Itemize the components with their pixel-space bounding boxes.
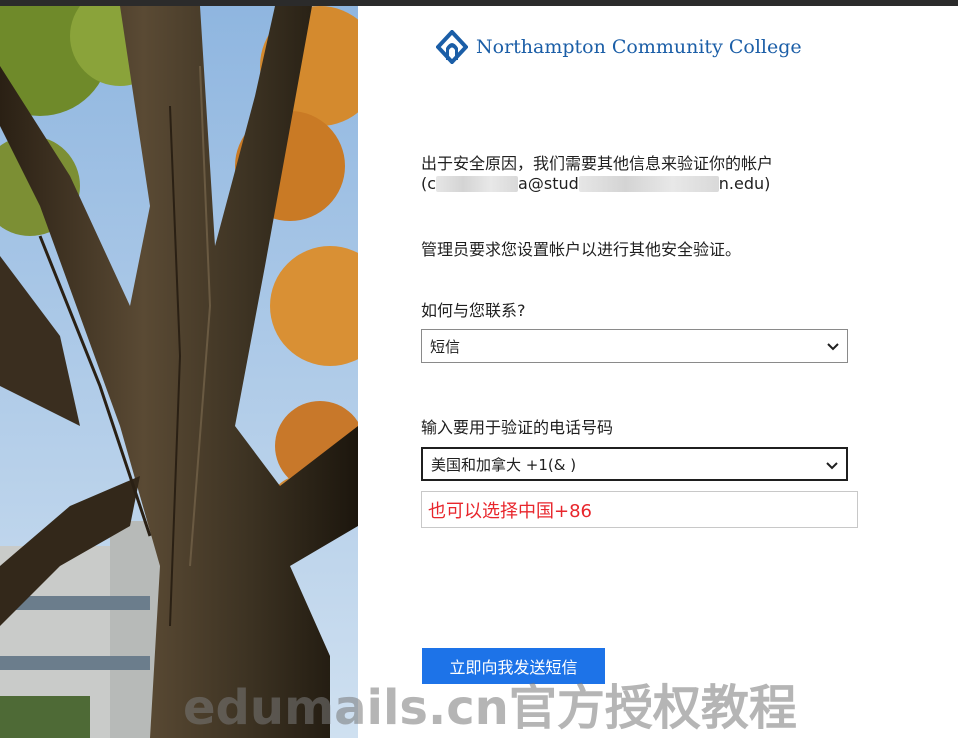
sign-in-panel bbox=[358, 6, 958, 738]
phone-number-label: 输入要用于验证的电话号码 bbox=[421, 418, 614, 437]
college-name: Northampton Community College bbox=[476, 36, 802, 58]
watermark-text: edumails.cn官方授权教程 bbox=[183, 680, 797, 736]
phone-number-input[interactable]: 也可以选择中国+86 bbox=[421, 491, 858, 528]
account-email: (c a@stud n.edu) bbox=[421, 174, 770, 193]
chevron-down-icon bbox=[827, 343, 839, 351]
email-suffix: n.edu) bbox=[718, 174, 771, 193]
campus-tree-photo bbox=[0, 6, 358, 738]
email-middle: a@stud bbox=[518, 174, 579, 193]
admin-requirement-text: 管理员要求您设置帐户以进行其他安全验证。 bbox=[421, 240, 742, 259]
contact-method-select[interactable]: 短信 bbox=[421, 329, 848, 363]
ncc-logo-icon bbox=[436, 30, 468, 64]
email-redaction bbox=[436, 175, 519, 192]
email-prefix: (c bbox=[421, 174, 437, 193]
chevron-down-icon bbox=[826, 462, 838, 470]
email-redaction bbox=[578, 175, 719, 192]
college-logo: Northampton Community College bbox=[436, 30, 802, 64]
contact-method-value: 短信 bbox=[430, 337, 461, 356]
phone-number-value: 也可以选择中国+86 bbox=[428, 500, 592, 522]
contact-method-label: 如何与您联系? bbox=[421, 301, 526, 320]
country-code-select[interactable]: 美国和加拿大 +1(& ) bbox=[421, 447, 848, 481]
country-code-value: 美国和加拿大 +1(& ) bbox=[431, 455, 577, 474]
security-intro-text: 出于安全原因，我们需要其他信息来验证你的帐户 bbox=[421, 154, 774, 173]
